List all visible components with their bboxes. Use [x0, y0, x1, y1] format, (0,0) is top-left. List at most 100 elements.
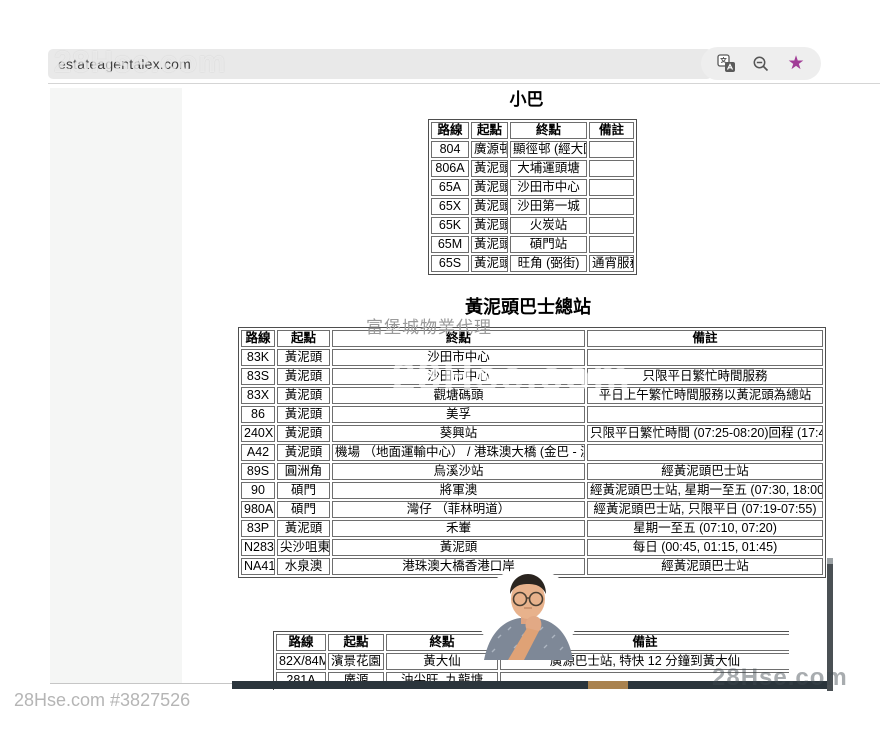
minibus-table: 路線起點終點備註 804廣源邨顯徑邨 (經大圍)806A黃泥頭大埔運頭塘65A黃…: [428, 119, 637, 275]
table-cell: 經黃泥頭巴士站: [587, 463, 823, 480]
table-cell: 黃泥頭: [277, 444, 330, 461]
agency-watermark: 富堡城物業代理: [366, 313, 492, 338]
toolbar-divider: [48, 83, 880, 84]
table-cell: 黃泥頭: [277, 349, 330, 366]
table-cell: 旺角 (弼街): [510, 255, 587, 272]
table-cell: 240X: [241, 425, 275, 442]
table-cell: [589, 217, 634, 234]
table-cell: 黃泥頭: [471, 198, 508, 215]
table-cell: 顯徑邨 (經大圍): [510, 141, 587, 158]
table-row: 83X黃泥頭觀塘碼頭平日上午繁忙時間服務以黃泥頭為總站: [241, 387, 823, 404]
table-cell: 美孚: [332, 406, 585, 423]
table-cell: N283: [241, 539, 275, 556]
table-cell: 火炭站: [510, 217, 587, 234]
url-bar[interactable]: estateagentalex.com: [48, 49, 712, 79]
zoom-out-icon[interactable]: [751, 54, 771, 74]
table-cell: 65M: [431, 236, 469, 253]
terminus-section-title: 黃泥頭巴士總站: [238, 293, 818, 319]
table-cell: 黃泥頭: [277, 387, 330, 404]
table-cell: 黃泥頭: [277, 406, 330, 423]
table-cell: 濱景花園: [328, 653, 384, 670]
url-text[interactable]: estateagentalex.com: [58, 56, 191, 72]
table-row: 65S黃泥頭旺角 (弼街)通宵服務: [431, 255, 634, 272]
table-header-cell: 備註: [587, 330, 823, 347]
table-cell: 黃泥頭: [277, 520, 330, 537]
bookmark-star-icon[interactable]: ★: [786, 54, 806, 74]
table-header-row: 路線起點終點備註: [431, 122, 634, 139]
terminus-table: 路線起點終點備註 83K黃泥頭沙田市中心83S黃泥頭沙田市中心只限平日繁忙時間服…: [238, 327, 826, 578]
table-cell: [589, 198, 634, 215]
left-panel-underline: [50, 683, 232, 684]
table-cell: 黃泥頭: [471, 160, 508, 177]
table-cell: 葵興站: [332, 425, 585, 442]
table-cell: 83S: [241, 368, 275, 385]
table-cell: 65S: [431, 255, 469, 272]
table-row: 65A黃泥頭沙田市中心: [431, 179, 634, 196]
table-cell: 90: [241, 482, 275, 499]
table-row: 83P黃泥頭禾輋星期一至五 (07:10, 07:20): [241, 520, 823, 537]
table-cell: 只限平日繁忙時間 (07:25-08:20)回程 (17:45-18:35): [587, 425, 823, 442]
table-cell: 804: [431, 141, 469, 158]
table-cell: 圓洲角: [277, 463, 330, 480]
table-cell: [589, 236, 634, 253]
table-cell: 83P: [241, 520, 275, 537]
table-cell: 沙田第一城: [510, 198, 587, 215]
table-cell: 星期一至五 (07:10, 07:20): [587, 520, 823, 537]
table-cell: 只限平日繁忙時間服務: [587, 368, 823, 385]
table-row: 86黃泥頭美孚: [241, 406, 823, 423]
table-cell: 黃泥頭: [471, 236, 508, 253]
table-cell: 碩門: [277, 482, 330, 499]
table-cell: NA41: [241, 558, 275, 575]
table-header-cell: 起點: [471, 122, 508, 139]
table-cell: 83K: [241, 349, 275, 366]
translate-icon[interactable]: [716, 54, 736, 74]
table-row: 240X黃泥頭葵興站只限平日繁忙時間 (07:25-08:20)回程 (17:4…: [241, 425, 823, 442]
table-row: N283尖沙咀東黃泥頭每日 (00:45, 01:15, 01:45): [241, 539, 823, 556]
table-cell: [589, 179, 634, 196]
table-cell: 每日 (00:45, 01:15, 01:45): [587, 539, 823, 556]
image-bottom-edge-tan: [588, 681, 628, 689]
table-cell: A42: [241, 444, 275, 461]
bottom-right-watermark: 28Hse.com: [712, 664, 848, 692]
table-row: 65X黃泥頭沙田第一城: [431, 198, 634, 215]
left-panel: [50, 88, 182, 683]
table-cell: 黃泥頭: [471, 255, 508, 272]
table-cell: 經黃泥頭巴士站: [587, 558, 823, 575]
table-cell: 黃泥頭: [471, 217, 508, 234]
table-cell: 機場 （地面運輸中心） / 港珠澳大橋 (金巴 - 澳門/珠海): [332, 444, 585, 461]
table-cell: 980A: [241, 501, 275, 518]
table-cell: 黃泥頭: [277, 368, 330, 385]
table-row: 83K黃泥頭沙田市中心: [241, 349, 823, 366]
table-cell: 烏溪沙站: [332, 463, 585, 480]
table-row: 83S黃泥頭沙田市中心只限平日繁忙時間服務: [241, 368, 823, 385]
table-row: A42黃泥頭機場 （地面運輸中心） / 港珠澳大橋 (金巴 - 澳門/珠海): [241, 444, 823, 461]
table-cell: 尖沙咀東: [277, 539, 330, 556]
table-cell: 將軍澳: [332, 482, 585, 499]
table-row: 90碩門將軍澳經黃泥頭巴士站, 星期一至五 (07:30, 18:00): [241, 482, 823, 499]
table-header-cell: 路線: [431, 122, 469, 139]
table-cell: 黃泥頭: [332, 539, 585, 556]
table-cell: 經黃泥頭巴士站, 星期一至五 (07:30, 18:00): [587, 482, 823, 499]
table-row: 65M黃泥頭碩門站: [431, 236, 634, 253]
table-cell: 觀塘碼頭: [332, 387, 585, 404]
table-cell: 碩門: [277, 501, 330, 518]
table-cell: 65K: [431, 217, 469, 234]
table-cell: 65X: [431, 198, 469, 215]
table-cell: [589, 160, 634, 177]
table-cell: 碩門站: [510, 236, 587, 253]
table-cell: 沙田市中心: [510, 179, 587, 196]
table-cell: 平日上午繁忙時間服務以黃泥頭為總站: [587, 387, 823, 404]
table-cell: [589, 141, 634, 158]
table-cell: 82X/84M: [276, 653, 326, 670]
table-cell: 806A: [431, 160, 469, 177]
table-header-cell: 起點: [277, 330, 330, 347]
table-cell: 通宵服務: [589, 255, 634, 272]
table-cell: 大埔運頭塘: [510, 160, 587, 177]
table-header-cell: 終點: [510, 122, 587, 139]
table-cell: 廣源邨: [471, 141, 508, 158]
table-cell: 86: [241, 406, 275, 423]
table-cell: 黃泥頭: [471, 179, 508, 196]
table-row: 806A黃泥頭大埔運頭塘: [431, 160, 634, 177]
table-cell: 沙田市中心: [332, 349, 585, 366]
table-cell: 經黃泥頭巴士站, 只限平日 (07:19-07:55): [587, 501, 823, 518]
